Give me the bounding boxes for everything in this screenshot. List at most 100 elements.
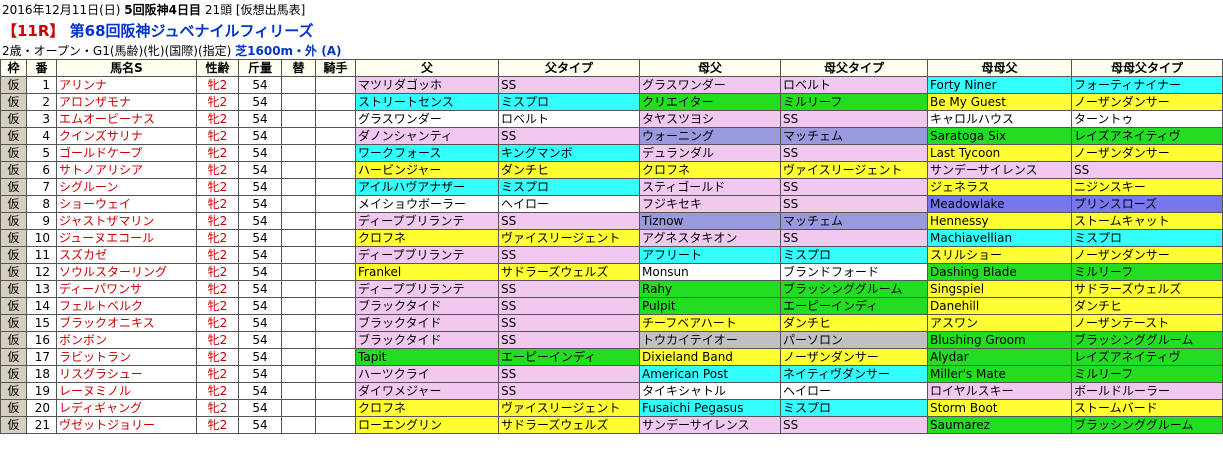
weight-cell: 54 [238,161,282,179]
frame-cell: 仮 [0,331,27,349]
table-row: 仮 11 スズカゼ 牝2 54 ディープブリランテ SS アフリート ミスプロ スリルショー ノーザ… [0,246,1223,264]
dam-sire-type-cell: ブラッシンググルーム [780,280,928,298]
sex-age-cell: 牝2 [196,76,239,94]
frame-cell: 仮 [0,110,27,128]
dam-sire-cell: Tiznow [639,212,781,230]
table-row: 仮 18 リスグラシュー 牝2 54 ハーツクライ SS American Post ネイティヴ… [0,365,1223,383]
sex-age-cell: 牝2 [196,365,239,383]
race-meta-line: 2016年12月11日(日) 5回阪神4日目 21頭 [仮想出馬表] [2,1,305,18]
horse-name-cell: ジューヌエコール [56,229,197,247]
sex-age-cell: 牝2 [196,195,239,213]
frame-cell: 仮 [0,297,27,315]
sire-type-cell: SS [498,127,640,145]
dam-dam-sire-cell: アスワン [927,314,1072,332]
horse-name-cell: ソウルスターリング [56,263,197,281]
change-cell [281,161,316,179]
dam-sire-cell: タイキシャトル [639,382,781,400]
jockey-cell [315,161,356,179]
dam-sire-type-cell: ダンチヒ [780,314,928,332]
sire-cell: ブラックタイド [355,314,499,332]
horse-name-cell: アロンザモナ [56,93,197,111]
horse-name-cell: ゴールドケープ [56,144,197,162]
dam-sire-type-cell: ブランドフォード [780,263,928,281]
frame-cell: 仮 [0,399,27,417]
dam-dam-sire-type-cell: ノーザンダンサー [1071,144,1223,162]
dam-dam-sire-cell: ジェネラス [927,178,1072,196]
sire-type-cell: ミスプロ [498,178,640,196]
dam-sire-type-cell: ミスプロ [780,246,928,264]
jockey-cell [315,365,356,383]
table-row: 仮 1 アリンナ 牝2 54 マツリダゴッホ SS グラスワンダー ロベルト Forty Nine… [0,76,1223,94]
table-row: 仮 8 ショーウェイ 牝2 54 メイショウボーラー ヘイロー フジキセキ SS Meadowla… [0,195,1223,213]
sex-age-cell: 牝2 [196,212,239,230]
jockey-cell [315,297,356,315]
table-row: 仮 21 ヴゼットジョリー 牝2 54 ローエングリン サドラーズウェルズ サンデーサイレンス… [0,416,1223,434]
horse-number-cell: 18 [26,365,57,383]
frame-cell: 仮 [0,280,27,298]
jockey-cell [315,280,356,298]
dam-sire-cell: グラスワンダー [639,76,781,94]
weight-cell: 54 [238,144,282,162]
horse-name-cell: ディーパワンサ [56,280,197,298]
change-cell [281,110,316,128]
horse-number-cell: 10 [26,229,57,247]
sire-type-cell: サドラーズウェルズ [498,263,640,281]
dam-sire-cell: Pulpit [639,297,781,315]
dam-sire-cell: チーフベアハート [639,314,781,332]
sire-cell: ディープブリランテ [355,212,499,230]
dam-dam-sire-cell: Storm Boot [927,399,1072,417]
sire-cell: ディープブリランテ [355,246,499,264]
jockey-cell [315,178,356,196]
change-cell [281,297,316,315]
dam-sire-cell: Dixieland Band [639,348,781,366]
sire-cell: ブラックタイド [355,331,499,349]
sire-cell: ブラックタイド [355,297,499,315]
sire-type-cell: ロベルト [498,110,640,128]
dam-sire-cell: Monsun [639,263,781,281]
dam-sire-cell: デュランダル [639,144,781,162]
change-cell [281,314,316,332]
col-header: 母父タイプ [780,59,928,77]
change-cell [281,348,316,366]
frame-cell: 仮 [0,195,27,213]
weight-cell: 54 [238,76,282,94]
horse-name-cell: ラビットラン [56,348,197,366]
weight-cell: 54 [238,399,282,417]
change-cell [281,263,316,281]
table-row: 仮 6 サトノアリシア 牝2 54 ハービンジャー ダンチヒ クロフネ ヴァイスリージェント サン… [0,161,1223,179]
dam-sire-type-cell: SS [780,195,928,213]
weight-cell: 54 [238,110,282,128]
weight-cell: 54 [238,331,282,349]
weight-cell: 54 [238,127,282,145]
dam-sire-cell: クリエイター [639,93,781,111]
jockey-cell [315,314,356,332]
dam-sire-type-cell: ミルリーフ [780,93,928,111]
horse-name-cell: リスグラシュー [56,365,197,383]
horse-number-cell: 3 [26,110,57,128]
dam-dam-sire-type-cell: サドラーズウェルズ [1071,280,1223,298]
col-header: 番 [26,59,57,77]
col-header: 馬名S [56,59,197,77]
dam-dam-sire-cell: キャロルハウス [927,110,1072,128]
dam-dam-sire-type-cell: ブラッシンググルーム [1071,331,1223,349]
sire-cell: ハービンジャー [355,161,499,179]
horse-name-cell: アリンナ [56,76,197,94]
horse-name-cell: レーヌミノル [56,382,197,400]
horse-name-cell: ブラックオニキス [56,314,197,332]
dam-dam-sire-type-cell: ミルリーフ [1071,263,1223,281]
col-header: 母父 [639,59,781,77]
sire-cell: ハーツクライ [355,365,499,383]
change-cell [281,76,316,94]
horse-number-cell: 14 [26,297,57,315]
sire-type-cell: SS [498,280,640,298]
race-meeting: 5回阪神4日目 [124,3,201,17]
frame-cell: 仮 [0,76,27,94]
dam-sire-cell: サンデーサイレンス [639,416,781,434]
jockey-cell [315,331,356,349]
table-row: 仮 3 エムオービーナス 牝2 54 グラスワンダー ロベルト タヤスツヨシ SS キャロルハウス… [0,110,1223,128]
sex-age-cell: 牝2 [196,297,239,315]
table-row: 仮 20 レディギャング 牝2 54 クロフネ ヴァイスリージェント Fusaichi Peg… [0,399,1223,417]
sire-cell: ダイワメジャー [355,382,499,400]
sex-age-cell: 牝2 [196,93,239,111]
change-cell [281,93,316,111]
